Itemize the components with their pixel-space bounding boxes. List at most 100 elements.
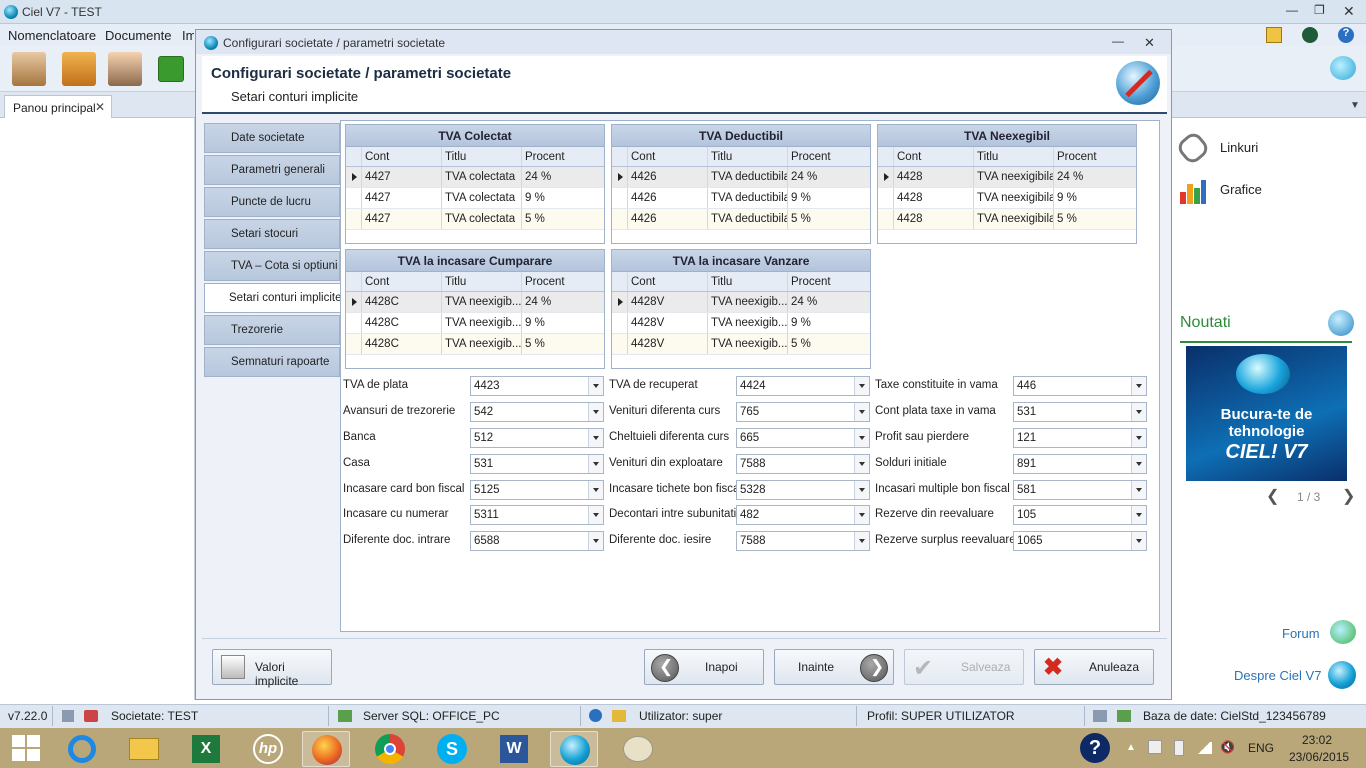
chrome-icon[interactable] <box>366 731 414 767</box>
chevron-down-icon[interactable] <box>588 455 603 473</box>
col-titlu-header[interactable]: Titlu <box>711 151 787 163</box>
combo-incasare-cu-numerar[interactable]: 5311 <box>470 505 604 525</box>
combo-avansuri-de-trezorerie[interactable]: 542 <box>470 402 604 422</box>
nav-tva-cota[interactable]: TVA – Cota si optiuni <box>204 251 340 281</box>
chevron-down-icon[interactable] <box>1131 377 1146 395</box>
nav-trezorerie[interactable]: Trezorerie <box>204 315 340 345</box>
menu-documente[interactable]: Documente <box>105 28 171 43</box>
forum-link[interactable]: Forum <box>1282 626 1320 641</box>
chevron-down-icon[interactable] <box>854 377 869 395</box>
word-icon[interactable]: W <box>490 731 538 767</box>
grid-tva-incasare-vanzare[interactable]: TVA la incasare Vanzare Cont Titlu Procent 4… <box>611 249 871 369</box>
tray-expand-icon[interactable]: ▲ <box>1126 742 1136 753</box>
dialog-minimize-icon[interactable]: — <box>1112 34 1124 48</box>
grid-tva-incasare-cumparare[interactable]: TVA la incasare Cumparare Cont Titlu Procen… <box>345 249 605 369</box>
wifi-icon[interactable] <box>1196 742 1212 754</box>
combo-rezerve-surplus-reevaluare[interactable]: 1065 <box>1013 531 1147 551</box>
forum-icon[interactable] <box>1330 620 1356 644</box>
col-cont-header[interactable]: Cont <box>365 276 439 288</box>
chat-icon[interactable] <box>1330 56 1356 80</box>
col-cont-header[interactable]: Cont <box>365 151 439 163</box>
table-row[interactable]: 4428 TVA neexigibila 24 % <box>878 167 1136 188</box>
paint-icon[interactable] <box>614 731 662 767</box>
table-row[interactable]: 4426 TVA deductibila 5 % <box>612 209 870 230</box>
col-procent-header[interactable]: Procent <box>791 151 831 163</box>
nav-puncte-de-lucru[interactable]: Puncte de lucru <box>204 187 340 217</box>
combo-rezerve-din-reevaluare[interactable]: 105 <box>1013 505 1147 525</box>
windows-start-icon[interactable] <box>12 735 40 761</box>
help-tray-icon[interactable]: ? <box>1080 733 1110 763</box>
combo-tva-de-recuperat[interactable]: 4424 <box>736 376 870 396</box>
firefox-icon[interactable] <box>302 731 350 767</box>
table-row[interactable]: 4427 TVA colectata 24 % <box>346 167 604 188</box>
charts-label[interactable]: Grafice <box>1220 182 1262 197</box>
skype-icon[interactable]: S <box>428 731 476 767</box>
news-banner[interactable]: Bucura-te de tehnologie CIEL! V7 <box>1186 346 1347 481</box>
chevron-down-icon[interactable] <box>854 429 869 447</box>
clipboard-icon[interactable] <box>62 52 96 86</box>
col-procent-header[interactable]: Procent <box>525 151 565 163</box>
partners-icon[interactable] <box>12 52 46 86</box>
clock-date[interactable]: 23/06/2015 <box>1289 750 1349 764</box>
pager-next-icon[interactable]: ❯ <box>1342 486 1355 506</box>
combo-incasare-tichete-bon-fiscal[interactable]: 5328 <box>736 480 870 500</box>
table-row[interactable]: 4426 TVA deductibila 24 % <box>612 167 870 188</box>
table-row[interactable]: 4428C TVA neexigib... 9 % <box>346 313 604 334</box>
table-row[interactable]: 4428V TVA neexigib... 9 % <box>612 313 870 334</box>
combo-profit-sau-pierdere[interactable]: 121 <box>1013 428 1147 448</box>
combo-incasari-multiple-bon-fiscal[interactable]: 581 <box>1013 480 1147 500</box>
news-download-icon[interactable] <box>1328 310 1354 336</box>
nav-parametri-generali[interactable]: Parametri generali <box>204 155 340 185</box>
chevron-down-icon[interactable] <box>854 532 869 550</box>
table-row[interactable]: 4428C TVA neexigib... 24 % <box>346 292 604 313</box>
help-icon[interactable]: ? <box>1338 27 1354 43</box>
update-icon[interactable] <box>1302 27 1318 43</box>
tab-dropdown-icon[interactable]: ▼ <box>1350 100 1360 111</box>
defaults-button[interactable]: Valori implicite <box>212 649 332 688</box>
chevron-down-icon[interactable] <box>588 532 603 550</box>
chevron-down-icon[interactable] <box>854 481 869 499</box>
ciel-taskbar-icon[interactable] <box>550 731 598 767</box>
about-link[interactable]: Despre Ciel V7 <box>1234 668 1321 683</box>
chevron-down-icon[interactable] <box>588 429 603 447</box>
chevron-down-icon[interactable] <box>588 506 603 524</box>
dialog-close-icon[interactable]: ✕ <box>1144 35 1155 51</box>
ie-icon[interactable] <box>58 731 106 767</box>
excel-icon[interactable]: X <box>182 731 230 767</box>
chevron-down-icon[interactable] <box>854 506 869 524</box>
combo-decontari-intre-subunitati[interactable]: 482 <box>736 505 870 525</box>
col-titlu-header[interactable]: Titlu <box>711 276 787 288</box>
tray-flag-icon[interactable] <box>1148 740 1162 754</box>
combo-tva-de-plata[interactable]: 4423 <box>470 376 604 396</box>
col-titlu-header[interactable]: Titlu <box>445 276 521 288</box>
col-procent-header[interactable]: Procent <box>791 276 831 288</box>
chevron-down-icon[interactable] <box>1131 429 1146 447</box>
col-procent-header[interactable]: Procent <box>525 276 565 288</box>
table-row[interactable]: 4428V TVA neexigib... 5 % <box>612 334 870 355</box>
menu-nomenclatoare[interactable]: Nomenclatoare <box>8 28 96 43</box>
table-row[interactable]: 4427 TVA colectata 9 % <box>346 188 604 209</box>
chevron-down-icon[interactable] <box>1131 532 1146 550</box>
chevron-down-icon[interactable] <box>588 481 603 499</box>
back-button[interactable]: ❮ Inapoi <box>644 649 764 685</box>
combo-diferente-doc-intrare[interactable]: 6588 <box>470 531 604 551</box>
hp-icon[interactable]: hp <box>244 731 292 767</box>
tab-panou-principal[interactable]: Panou principal ✕ <box>4 95 112 118</box>
combo-cont-plata-taxe-in-vama[interactable]: 531 <box>1013 402 1147 422</box>
keys-icon[interactable] <box>1266 27 1282 43</box>
volume-icon[interactable]: 🔇 <box>1220 740 1235 754</box>
chevron-down-icon[interactable] <box>588 403 603 421</box>
combo-taxe-constituite-in-vama[interactable]: 446 <box>1013 376 1147 396</box>
nav-setari-stocuri[interactable]: Setari stocuri <box>204 219 340 249</box>
save-button[interactable]: ✔ Salveaza <box>904 649 1024 685</box>
table-row[interactable]: 4428 TVA neexigibila 5 % <box>878 209 1136 230</box>
links-label[interactable]: Linkuri <box>1220 140 1258 155</box>
grid-tva-deductibil[interactable]: TVA Deductibil Cont Titlu Procent 4426 TVA de… <box>611 124 871 244</box>
language-indicator[interactable]: ENG <box>1248 741 1274 755</box>
col-procent-header[interactable]: Procent <box>1057 151 1097 163</box>
about-globe-icon[interactable] <box>1328 661 1356 689</box>
combo-venituri-diferenta-curs[interactable]: 765 <box>736 402 870 422</box>
combo-cheltuieli-diferenta-curs[interactable]: 665 <box>736 428 870 448</box>
menu-import[interactable]: Im <box>182 28 194 43</box>
clock-time[interactable]: 23:02 <box>1302 733 1332 747</box>
